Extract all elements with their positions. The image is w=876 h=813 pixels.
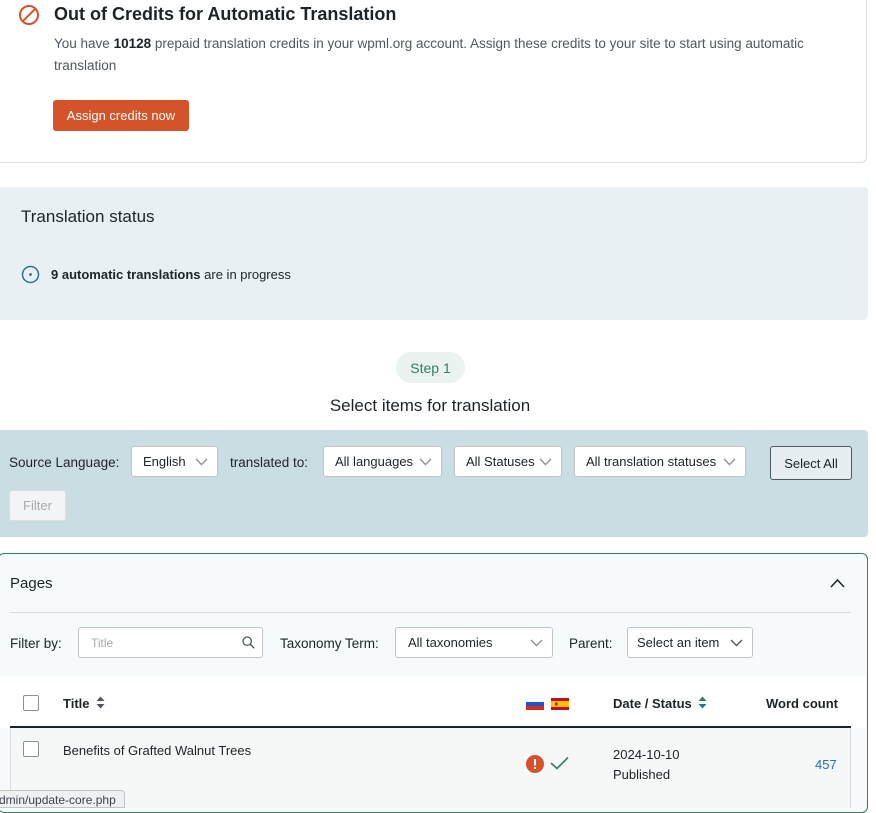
browser-status-url: dmin/update-core.php (0, 790, 125, 808)
credits-count: 10128 (113, 36, 152, 51)
chevron-down-icon (195, 458, 208, 465)
row-word-count-link[interactable]: 457 (815, 757, 837, 772)
post-status-select[interactable]: All Statuses (454, 446, 562, 477)
notice-title: Out of Credits for Automatic Translation (54, 4, 397, 24)
target-languages-select[interactable]: All languages (323, 446, 442, 477)
taxonomy-term-label: Taxonomy Term: (280, 636, 379, 651)
translation-status-panel: Translation status 9 automatic translati… (0, 187, 868, 320)
row-date: 2024-10-10 (613, 747, 680, 762)
translation-status-select[interactable]: All translation statuses (574, 446, 746, 477)
select-all-button[interactable]: Select All (770, 446, 852, 480)
sort-icon[interactable] (698, 696, 707, 709)
column-title-header[interactable]: Title (63, 696, 90, 711)
es-flag-icon (551, 698, 569, 710)
taxonomy-select[interactable]: All taxonomies (395, 627, 553, 658)
step-badge: Step 1 (396, 352, 465, 383)
parent-select[interactable]: Select an item (627, 627, 753, 658)
chevron-up-icon[interactable] (830, 578, 845, 588)
step-heading: Select items for translation (329, 396, 531, 415)
translation-status-text: 9 automatic translations are in progress (51, 267, 291, 282)
search-icon[interactable] (242, 636, 255, 649)
chevron-down-icon (723, 458, 736, 465)
filter-by-label: Filter by: (10, 636, 62, 651)
translated-to-label: translated to: (230, 455, 309, 470)
select-all-rows-checkbox[interactable] (23, 695, 39, 711)
chevron-down-icon (539, 458, 552, 465)
filter-button[interactable]: Filter (9, 490, 66, 521)
row-checkbox[interactable] (23, 741, 39, 757)
out-of-credits-notice: Out of Credits for Automatic Translation… (0, 0, 867, 163)
assign-credits-button[interactable]: Assign credits now (53, 100, 189, 131)
check-icon[interactable] (550, 756, 569, 770)
column-word-count-header: Word count (766, 696, 838, 711)
translation-status-title: Translation status (21, 207, 155, 226)
prohibited-icon (19, 5, 39, 25)
pages-divider (10, 612, 851, 613)
chevron-down-icon (730, 639, 743, 646)
ru-flag-icon (526, 698, 544, 710)
parent-label: Parent: (569, 636, 613, 651)
table-row (10, 728, 851, 808)
title-search-input[interactable] (78, 627, 263, 658)
chevron-down-icon (419, 458, 432, 465)
error-icon[interactable] (526, 755, 544, 773)
column-date-status-header[interactable]: Date / Status (613, 696, 692, 711)
source-language-select[interactable]: English (131, 446, 218, 477)
in-progress-icon (21, 265, 40, 284)
chevron-down-icon (530, 639, 543, 646)
row-title[interactable]: Benefits of Grafted Walnut Trees (63, 743, 251, 758)
row-status: Published (613, 767, 671, 782)
pages-section-title: Pages (10, 575, 53, 592)
notice-text: You have 10128 prepaid translation credi… (54, 36, 804, 73)
table-header (0, 676, 866, 728)
source-language-label: Source Language: (9, 455, 120, 470)
sort-icon[interactable] (96, 696, 105, 709)
